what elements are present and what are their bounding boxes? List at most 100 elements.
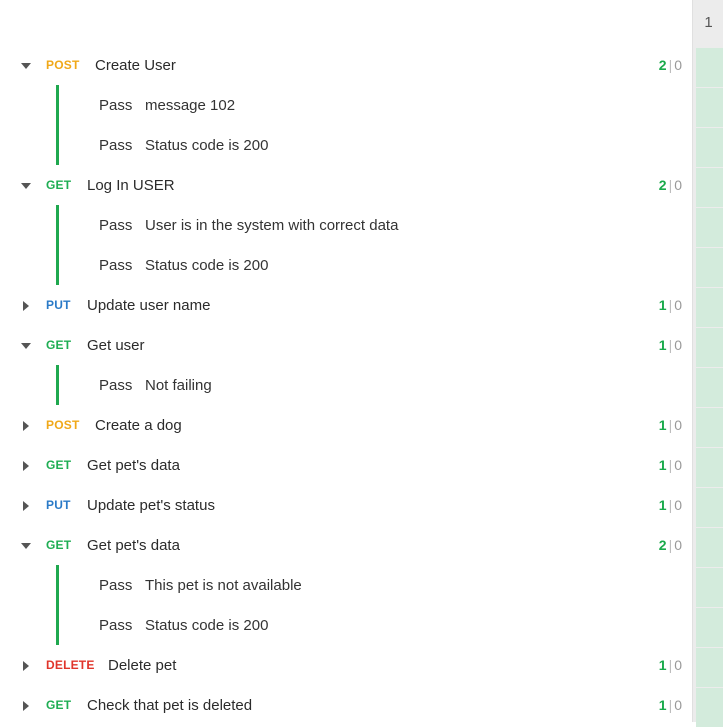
request-name[interactable]: Update pet's status bbox=[87, 497, 215, 514]
iteration-result-cell bbox=[696, 408, 723, 447]
test-counts: 1 | 0 bbox=[659, 297, 682, 313]
iteration-result-cell bbox=[696, 648, 723, 687]
test-counts: 1 | 0 bbox=[659, 497, 682, 513]
test-status: Pass bbox=[99, 577, 133, 594]
test-name: Status code is 200 bbox=[145, 137, 269, 154]
test-result-row: Pass User is in the system with correct d… bbox=[0, 205, 692, 245]
test-status: Pass bbox=[99, 617, 133, 634]
test-result-row: Pass Status code is 200 bbox=[0, 125, 692, 165]
test-name: User is in the system with correct data bbox=[145, 217, 399, 234]
request-row[interactable]: GET Log In USER 2 | 0 bbox=[0, 165, 692, 205]
iteration-cells bbox=[696, 48, 723, 727]
method-badge: PUT bbox=[46, 298, 71, 312]
test-status: Pass bbox=[99, 137, 133, 154]
pass-count: 2 bbox=[658, 57, 667, 73]
request-row[interactable]: GET Get pet's data 2 | 0 bbox=[0, 525, 692, 565]
fail-count: 0 bbox=[674, 657, 682, 673]
iteration-result-cell bbox=[696, 48, 723, 87]
request-name[interactable]: Log In USER bbox=[87, 177, 175, 194]
test-counts: 1 | 0 bbox=[659, 337, 682, 353]
request-row[interactable]: PUT Update user name 1 | 0 bbox=[0, 285, 692, 325]
count-separator: | bbox=[668, 457, 673, 473]
iteration-result-cell bbox=[696, 608, 723, 647]
count-separator: | bbox=[668, 57, 673, 73]
fail-count: 0 bbox=[674, 297, 682, 313]
test-results-group: Pass message 102 Pass Status code is 200 bbox=[0, 85, 692, 165]
test-result-row: Pass This pet is not available bbox=[0, 565, 692, 605]
test-name: This pet is not available bbox=[145, 577, 302, 594]
count-separator: | bbox=[668, 297, 673, 313]
test-counts: 2 | 0 bbox=[659, 537, 682, 553]
request-name[interactable]: Check that pet is deleted bbox=[87, 697, 252, 714]
test-counts: 2 | 0 bbox=[659, 57, 682, 73]
chevron-down-icon[interactable] bbox=[19, 60, 33, 72]
request-row[interactable]: POST Create a dog 1 | 0 bbox=[0, 405, 692, 445]
method-badge: GET bbox=[46, 338, 72, 352]
test-counts: 1 | 0 bbox=[659, 457, 682, 473]
iteration-result-cell bbox=[696, 88, 723, 127]
fail-count: 0 bbox=[674, 537, 682, 553]
fail-count: 0 bbox=[674, 497, 682, 513]
request-row[interactable]: DELETE Delete pet 1 | 0 bbox=[0, 645, 692, 685]
chevron-down-icon[interactable] bbox=[19, 340, 33, 352]
chevron-right-icon[interactable] bbox=[19, 700, 33, 712]
method-badge: PUT bbox=[46, 498, 71, 512]
chevron-right-icon[interactable] bbox=[19, 460, 33, 472]
request-name[interactable]: Update user name bbox=[87, 297, 210, 314]
chevron-right-icon[interactable] bbox=[19, 420, 33, 432]
fail-count: 0 bbox=[674, 697, 682, 713]
pass-count: 2 bbox=[658, 177, 667, 193]
test-status: Pass bbox=[99, 97, 133, 114]
request-name[interactable]: Delete pet bbox=[108, 657, 176, 674]
chevron-down-icon[interactable] bbox=[19, 180, 33, 192]
chevron-right-icon[interactable] bbox=[19, 300, 33, 312]
method-badge: GET bbox=[46, 178, 72, 192]
chevron-down-icon[interactable] bbox=[19, 540, 33, 552]
iteration-number[interactable]: 1 bbox=[693, 14, 723, 31]
request-row[interactable]: PUT Update pet's status 1 | 0 bbox=[0, 485, 692, 525]
test-counts: 1 | 0 bbox=[659, 697, 682, 713]
method-badge: GET bbox=[46, 538, 72, 552]
request-row[interactable]: GET Check that pet is deleted 1 | 0 bbox=[0, 685, 692, 725]
count-separator: | bbox=[668, 697, 673, 713]
method-badge: GET bbox=[46, 698, 72, 712]
iteration-result-cell bbox=[696, 528, 723, 567]
request-results-list: POST Create User 2 | 0 Pass message 102 Pass Sta… bbox=[0, 45, 692, 725]
iteration-result-cell bbox=[696, 248, 723, 287]
pass-count: 1 bbox=[658, 417, 667, 433]
request-name[interactable]: Get pet's data bbox=[87, 537, 180, 554]
request-name[interactable]: Create User bbox=[95, 57, 176, 74]
fail-count: 0 bbox=[674, 57, 682, 73]
chevron-right-icon[interactable] bbox=[19, 500, 33, 512]
test-counts: 1 | 0 bbox=[659, 417, 682, 433]
count-separator: | bbox=[668, 537, 673, 553]
fail-count: 0 bbox=[674, 177, 682, 193]
chevron-right-icon[interactable] bbox=[19, 660, 33, 672]
pass-count: 1 bbox=[658, 497, 667, 513]
request-row[interactable]: GET Get pet's data 1 | 0 bbox=[0, 445, 692, 485]
iteration-result-cell bbox=[696, 488, 723, 527]
count-separator: | bbox=[668, 497, 673, 513]
fail-count: 0 bbox=[674, 337, 682, 353]
pass-count: 1 bbox=[658, 457, 667, 473]
pass-count: 1 bbox=[658, 297, 667, 313]
request-name[interactable]: Create a dog bbox=[95, 417, 182, 434]
fail-count: 0 bbox=[674, 417, 682, 433]
test-result-row: Pass Not failing bbox=[0, 365, 692, 405]
iteration-rail: 1 bbox=[692, 0, 723, 727]
pass-count: 1 bbox=[658, 697, 667, 713]
iteration-result-cell bbox=[696, 368, 723, 407]
method-badge: POST bbox=[46, 58, 80, 72]
request-row[interactable]: GET Get user 1 | 0 bbox=[0, 325, 692, 365]
test-name: Status code is 200 bbox=[145, 617, 269, 634]
pass-count: 1 bbox=[658, 337, 667, 353]
test-status: Pass bbox=[99, 257, 133, 274]
request-name[interactable]: Get user bbox=[87, 337, 145, 354]
iteration-result-cell bbox=[696, 328, 723, 367]
count-separator: | bbox=[668, 337, 673, 353]
request-name[interactable]: Get pet's data bbox=[87, 457, 180, 474]
request-row[interactable]: POST Create User 2 | 0 bbox=[0, 45, 692, 85]
pass-count: 1 bbox=[658, 657, 667, 673]
test-status: Pass bbox=[99, 377, 133, 394]
method-badge: POST bbox=[46, 418, 80, 432]
